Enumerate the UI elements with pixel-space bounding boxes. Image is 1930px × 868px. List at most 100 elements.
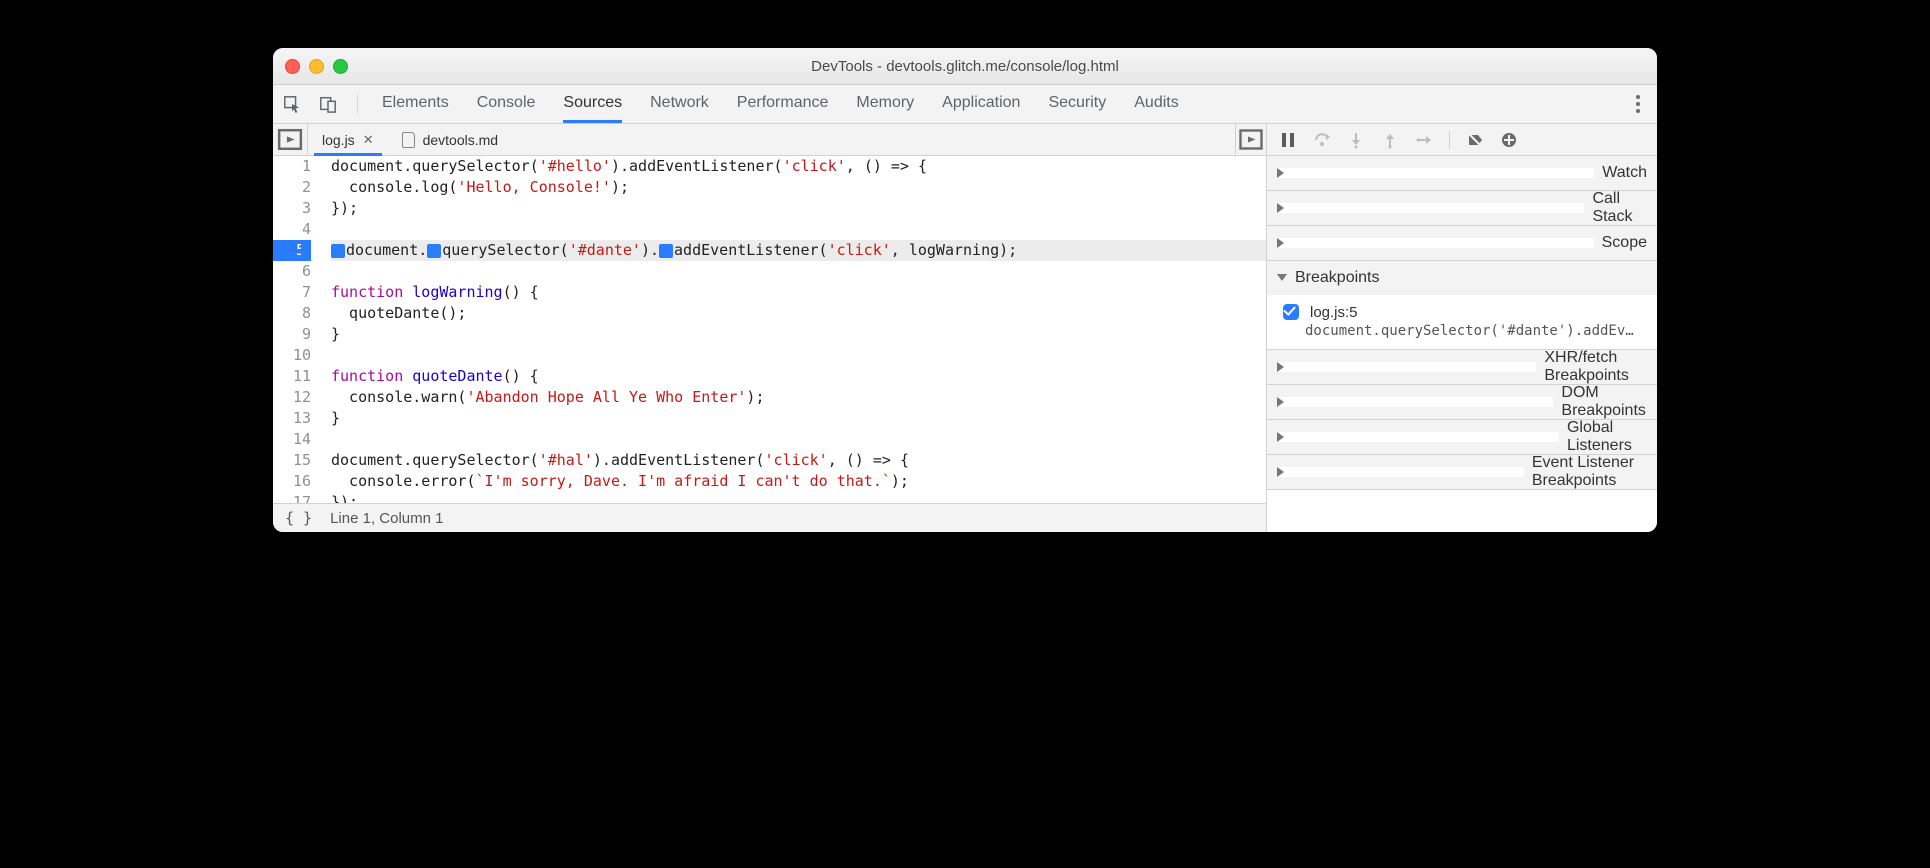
panel-tab-sources[interactable]: Sources (563, 86, 622, 122)
pause-button[interactable] (1279, 131, 1297, 149)
editor-tab-label: devtools.md (423, 132, 498, 148)
zoom-window-button[interactable] (333, 59, 348, 74)
panel-tab-audits[interactable]: Audits (1134, 86, 1178, 122)
code-line: document.querySelector('#hello').addEven… (331, 156, 1266, 177)
line-number[interactable]: 15 (273, 450, 311, 471)
pane-breakpoints: Breakpoints log.js:5 document.querySelecto… (1267, 261, 1657, 350)
cursor-position: Line 1, Column 1 (330, 510, 443, 527)
step-out-button[interactable] (1381, 131, 1399, 149)
pane-dom-breakpoints: DOM Breakpoints (1267, 385, 1657, 420)
chevron-right-icon (1277, 432, 1559, 442)
chevron-down-icon (1277, 274, 1287, 286)
code-content[interactable]: document.querySelector('#hello').addEven… (317, 156, 1266, 503)
line-number[interactable]: 14 (273, 429, 311, 450)
pane-title: Global Listeners (1567, 419, 1647, 455)
debugger-drawer-toggle-icon[interactable] (1235, 124, 1266, 155)
line-number[interactable]: 16 (273, 471, 311, 492)
devtools-window: DevTools - devtools.glitch.me/console/lo… (273, 48, 1657, 532)
line-number[interactable]: 11 (273, 366, 311, 387)
titlebar: DevTools - devtools.glitch.me/console/lo… (273, 48, 1657, 85)
chevron-right-icon (1277, 168, 1594, 178)
breakpoint-preview: document.querySelector('#dante').addEv… (1305, 323, 1647, 339)
code-line: console.log('Hello, Console!'); (331, 177, 1266, 198)
line-number[interactable]: 9 (273, 324, 311, 345)
code-editor[interactable]: 1234567891011121314151617 document.query… (273, 156, 1266, 503)
pane-header[interactable]: Watch (1267, 156, 1657, 190)
code-line (331, 429, 1266, 450)
code-line: } (331, 324, 1266, 345)
panel-tab-performance[interactable]: Performance (737, 86, 829, 122)
debugger-sidebar: Watch Call Stack Scope Breakpoints log.js:5 d… (1267, 124, 1657, 532)
pane-header[interactable]: Breakpoints (1267, 261, 1657, 295)
line-number[interactable]: 6 (273, 261, 311, 282)
code-line: } (331, 408, 1266, 429)
code-line (331, 261, 1266, 282)
window-title: DevTools - devtools.glitch.me/console/lo… (273, 58, 1657, 75)
panel-tab-application[interactable]: Application (942, 86, 1020, 122)
panel-tab-network[interactable]: Network (650, 86, 709, 122)
panel-tab-memory[interactable]: Memory (856, 86, 914, 122)
panel-tab-security[interactable]: Security (1048, 86, 1106, 122)
pane-title: Event Listener Breakpoints (1532, 454, 1647, 490)
inspect-element-icon[interactable] (283, 95, 301, 113)
panel-body: log.js✕devtools.md 123456789101112131415… (273, 124, 1657, 532)
breakpoint-checkbox[interactable] (1283, 304, 1299, 320)
step-into-button[interactable] (1347, 131, 1365, 149)
line-number[interactable]: 1 (273, 156, 311, 177)
pane-header[interactable]: Event Listener Breakpoints (1267, 455, 1657, 489)
minimize-window-button[interactable] (309, 59, 324, 74)
code-line: function quoteDante() { (331, 366, 1266, 387)
line-number[interactable]: 7 (273, 282, 311, 303)
pane-title: Watch (1602, 164, 1647, 182)
pane-header[interactable]: XHR/fetch Breakpoints (1267, 350, 1657, 384)
code-line: document.querySelector('#hal').addEventL… (331, 450, 1266, 471)
editor-tab-log-js[interactable]: log.js ✕ (308, 124, 388, 155)
pane-title: Scope (1602, 234, 1647, 252)
navigator-toggle-icon[interactable] (273, 124, 308, 155)
line-number[interactable]: 5 (273, 240, 311, 261)
main-toolbar: Elements Console Sources Network Performance… (273, 85, 1657, 124)
execution-marker-icon (659, 244, 673, 258)
line-number[interactable]: 13 (273, 408, 311, 429)
code-line: document.querySelector('#dante').addEven… (331, 240, 1266, 261)
pane-header[interactable]: DOM Breakpoints (1267, 385, 1657, 419)
execution-marker-icon (427, 244, 441, 258)
line-number[interactable]: 8 (273, 303, 311, 324)
device-mode-icon[interactable] (319, 95, 337, 113)
line-number[interactable]: 10 (273, 345, 311, 366)
pretty-print-icon[interactable]: { } (285, 509, 312, 527)
deactivate-breakpoints-button[interactable] (1466, 131, 1484, 149)
traffic-lights (285, 59, 348, 74)
pane-header[interactable]: Scope (1267, 226, 1657, 260)
panel-tab-console[interactable]: Console (477, 86, 536, 122)
line-number[interactable]: 2 (273, 177, 311, 198)
step-over-button[interactable] (1313, 131, 1331, 149)
code-line: console.error(`I'm sorry, Dave. I'm afra… (331, 471, 1266, 492)
editor-tab-label: log.js (322, 132, 355, 148)
code-line (331, 219, 1266, 240)
pane-header[interactable]: Call Stack (1267, 191, 1657, 225)
editor-tab-devtools-md[interactable]: devtools.md (388, 124, 512, 155)
panel-tab-elements[interactable]: Elements (382, 86, 449, 122)
file-icon (402, 130, 415, 149)
pane-header[interactable]: Global Listeners (1267, 420, 1657, 454)
close-tab-icon[interactable]: ✕ (363, 132, 374, 148)
pause-on-exceptions-button[interactable] (1500, 131, 1518, 149)
step-button[interactable] (1415, 131, 1433, 149)
code-line: }); (331, 198, 1266, 219)
breakpoint-item[interactable]: log.js:5 document.querySelector('#dante')… (1267, 295, 1657, 349)
line-number[interactable]: 4 (273, 219, 311, 240)
breakpoint-location: log.js:5 (1310, 304, 1358, 321)
chevron-right-icon (1277, 362, 1536, 372)
debugger-toolbar (1267, 124, 1657, 156)
line-number[interactable]: 17 (273, 492, 311, 503)
close-window-button[interactable] (285, 59, 300, 74)
line-number[interactable]: 12 (273, 387, 311, 408)
line-number[interactable]: 3 (273, 198, 311, 219)
pane-title: XHR/fetch Breakpoints (1544, 349, 1647, 385)
pane-title: DOM Breakpoints (1561, 384, 1647, 420)
line-gutter[interactable]: 1234567891011121314151617 (273, 156, 317, 503)
chevron-right-icon (1277, 203, 1584, 213)
more-menu-button[interactable] (1629, 95, 1647, 113)
pane-xhr-fetch-breakpoints: XHR/fetch Breakpoints (1267, 350, 1657, 385)
